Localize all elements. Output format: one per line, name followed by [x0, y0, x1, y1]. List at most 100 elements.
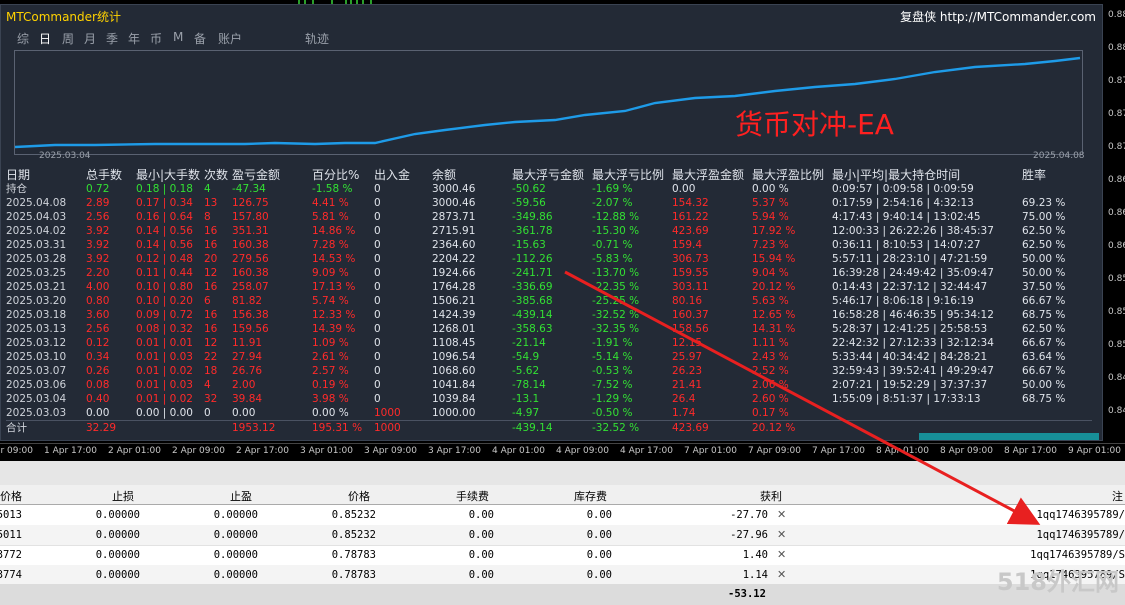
position-row[interactable]: 5013 0.00000 0.00000 0.85232 0.00 0.00 -27.70 1…	[0, 505, 1125, 526]
cell-date: 2025.03.28	[6, 253, 67, 265]
cell-max-float-profit-pct: 9.04 %	[752, 267, 789, 279]
equity-curve-svg	[15, 56, 1081, 149]
position-row[interactable]: 37740.000000.000000.787830.000.001.141qq…	[0, 565, 1125, 586]
terminal-header: 价格 止损 止盈 价格 手续费 库存费 获利 注	[0, 485, 1125, 505]
tab-notes[interactable]: 备	[194, 30, 206, 47]
cell-total-lots: 0.26	[86, 365, 110, 377]
col-pnl: 盈亏金额	[232, 167, 281, 182]
cell-profit: 1.40	[742, 549, 768, 561]
cell-commission: 0.00	[468, 549, 494, 561]
tab-currency[interactable]: 币	[150, 30, 162, 47]
cell-stop-loss: 0.00000	[95, 529, 140, 541]
cell-max-float-profit: 21.41	[672, 379, 703, 391]
tab-yearly[interactable]: 年	[128, 30, 140, 47]
cell-percent: 14.39 %	[312, 323, 356, 335]
cell-min-max-lots: 0.01 | 0.02	[136, 365, 193, 377]
cell-count: 16	[204, 309, 218, 321]
cell-min-max-lots: 0.17 | 0.34	[136, 197, 193, 209]
col-date: 日期	[6, 167, 31, 182]
tab-weekly[interactable]: 周	[62, 30, 74, 47]
time-tick: 9 Apr 01:00	[1068, 446, 1121, 456]
cell-profit: -27.96	[730, 529, 768, 541]
equity-start-date: 2025.03.04	[39, 151, 91, 161]
time-tick: 1 Apr 17:00	[44, 446, 97, 456]
cell-max-float-loss: -439.14	[512, 420, 592, 435]
cell-hold-time: 5:28:37 | 12:41:25 | 25:58:53	[832, 323, 988, 335]
close-position-icon[interactable]: ✕	[777, 508, 786, 521]
time-tick: 4 Apr 01:00	[492, 446, 545, 456]
cell-swap: 0.00	[586, 529, 612, 541]
cell-date: 2025.03.03	[6, 407, 67, 419]
cell-max-float-loss-pct: -22.35 %	[592, 281, 640, 293]
cell-comment: 1qq1746395789/S	[1030, 549, 1125, 561]
cell-pnl: 160.38	[232, 239, 269, 251]
cell-balance: 2364.60	[432, 239, 476, 251]
cell-deposit: 0	[374, 267, 381, 279]
tab-overview[interactable]: 综	[17, 30, 29, 47]
panel-scrollbar[interactable]	[919, 433, 1099, 440]
cell-deposit: 0	[374, 211, 381, 223]
close-position-icon[interactable]: ✕	[777, 568, 786, 581]
cell-pnl: 279.56	[232, 253, 269, 265]
cell-max-float-loss: -361.78	[512, 225, 553, 237]
cell-min-max-lots: 0.14 | 0.56	[136, 225, 193, 237]
cell-open-price: 3774	[0, 569, 22, 581]
close-position-icon[interactable]: ✕	[777, 548, 786, 561]
cell-percent: 5.74 %	[312, 295, 349, 307]
cell-max-float-loss: -15.63	[512, 239, 546, 251]
cell-count: 4	[204, 183, 211, 195]
equity-curve-chart: 货币对冲-EA	[14, 50, 1083, 155]
statistics-panel: MTCommander统计 复盘侠 http://MTCommander.com…	[0, 4, 1103, 441]
cell-count: 18	[204, 365, 218, 377]
cell-date: 2025.03.07	[6, 365, 67, 377]
cell-current-price: 0.78783	[331, 549, 376, 561]
cell-max-float-loss-pct: -12.88 %	[592, 211, 640, 223]
cell-min-max-lots: 0.01 | 0.03	[136, 351, 193, 363]
tab-magic[interactable]: M	[173, 30, 183, 44]
position-row[interactable]: 5011 0.00000 0.00000 0.85232 0.00 0.00 -27.96 1…	[0, 525, 1125, 546]
cell-max-float-loss-pct: -32.35 %	[592, 323, 640, 335]
cell-win-rate: 63.64 %	[1022, 351, 1066, 363]
cell-max-float-loss: -13.1	[512, 393, 540, 405]
table-row: 2025.03.31 3.92 0.14 | 0.56 16 160.38 7.28 % 0…	[6, 238, 1092, 252]
cell-max-float-profit-pct: 0.17 %	[752, 407, 789, 419]
cell-count: 16	[204, 225, 218, 237]
tab-account[interactable]: 账户	[218, 30, 242, 47]
cell-max-float-loss: -54.9	[512, 351, 540, 363]
cell-hold-time: 0:14:43 | 22:37:12 | 32:44:47	[832, 281, 988, 293]
cell-profit: -27.70	[730, 509, 768, 521]
tab-trajectory[interactable]: 轨迹	[305, 30, 329, 47]
cell-max-float-profit-pct: 2.43 %	[752, 351, 789, 363]
cell-deposit: 0	[374, 379, 381, 391]
cell-date: 2025.04.02	[6, 225, 67, 237]
brand-link[interactable]: 复盘侠 http://MTCommander.com	[900, 8, 1096, 25]
cell-date: 合计	[6, 420, 86, 435]
time-tick: 2 Apr 17:00	[236, 446, 289, 456]
cell-max-float-loss-pct: -15.30 %	[592, 225, 640, 237]
cell-max-float-loss-pct: -0.53 %	[592, 365, 633, 377]
cell-deposit: 1000	[374, 420, 432, 435]
cell-min-max-lots: 0.09 | 0.72	[136, 309, 193, 321]
cell-win-rate: 50.00 %	[1022, 267, 1066, 279]
tab-daily[interactable]: 日	[39, 30, 51, 47]
cell-max-float-profit-pct: 7.23 %	[752, 239, 789, 251]
cell-percent: 14.53 %	[312, 253, 356, 265]
col-balance: 余额	[432, 167, 457, 182]
tab-monthly[interactable]: 月	[84, 30, 96, 47]
cell-max-float-loss-pct: -32.52 %	[592, 309, 640, 321]
cell-max-float-profit-pct: 12.65 %	[752, 309, 796, 321]
cell-balance: 1108.45	[432, 337, 476, 349]
daily-stats-table: 日期 总手数 最小|大手数 次数 盈亏金额 百分比% 出入金 余额 最大浮亏金额…	[6, 167, 1092, 435]
cell-max-float-profit-pct: 1.11 %	[752, 337, 789, 349]
cell-max-float-loss: -336.69	[512, 281, 553, 293]
cell-hold-time: 32:59:43 | 39:52:41 | 49:29:47	[832, 365, 994, 377]
cell-count	[204, 420, 232, 435]
tab-quarterly[interactable]: 季	[106, 30, 118, 47]
col-percent: 百分比%	[312, 167, 360, 182]
close-position-icon[interactable]: ✕	[777, 528, 786, 541]
cell-percent: 9.09 %	[312, 267, 349, 279]
cell-date: 2025.03.13	[6, 323, 67, 335]
position-row[interactable]: 3772 0.00000 0.00000 0.78783 0.00 0.00 1.40 1qq…	[0, 545, 1125, 566]
time-tick: 7 Apr 01:00	[684, 446, 737, 456]
cell-percent: -1.58 %	[312, 183, 353, 195]
